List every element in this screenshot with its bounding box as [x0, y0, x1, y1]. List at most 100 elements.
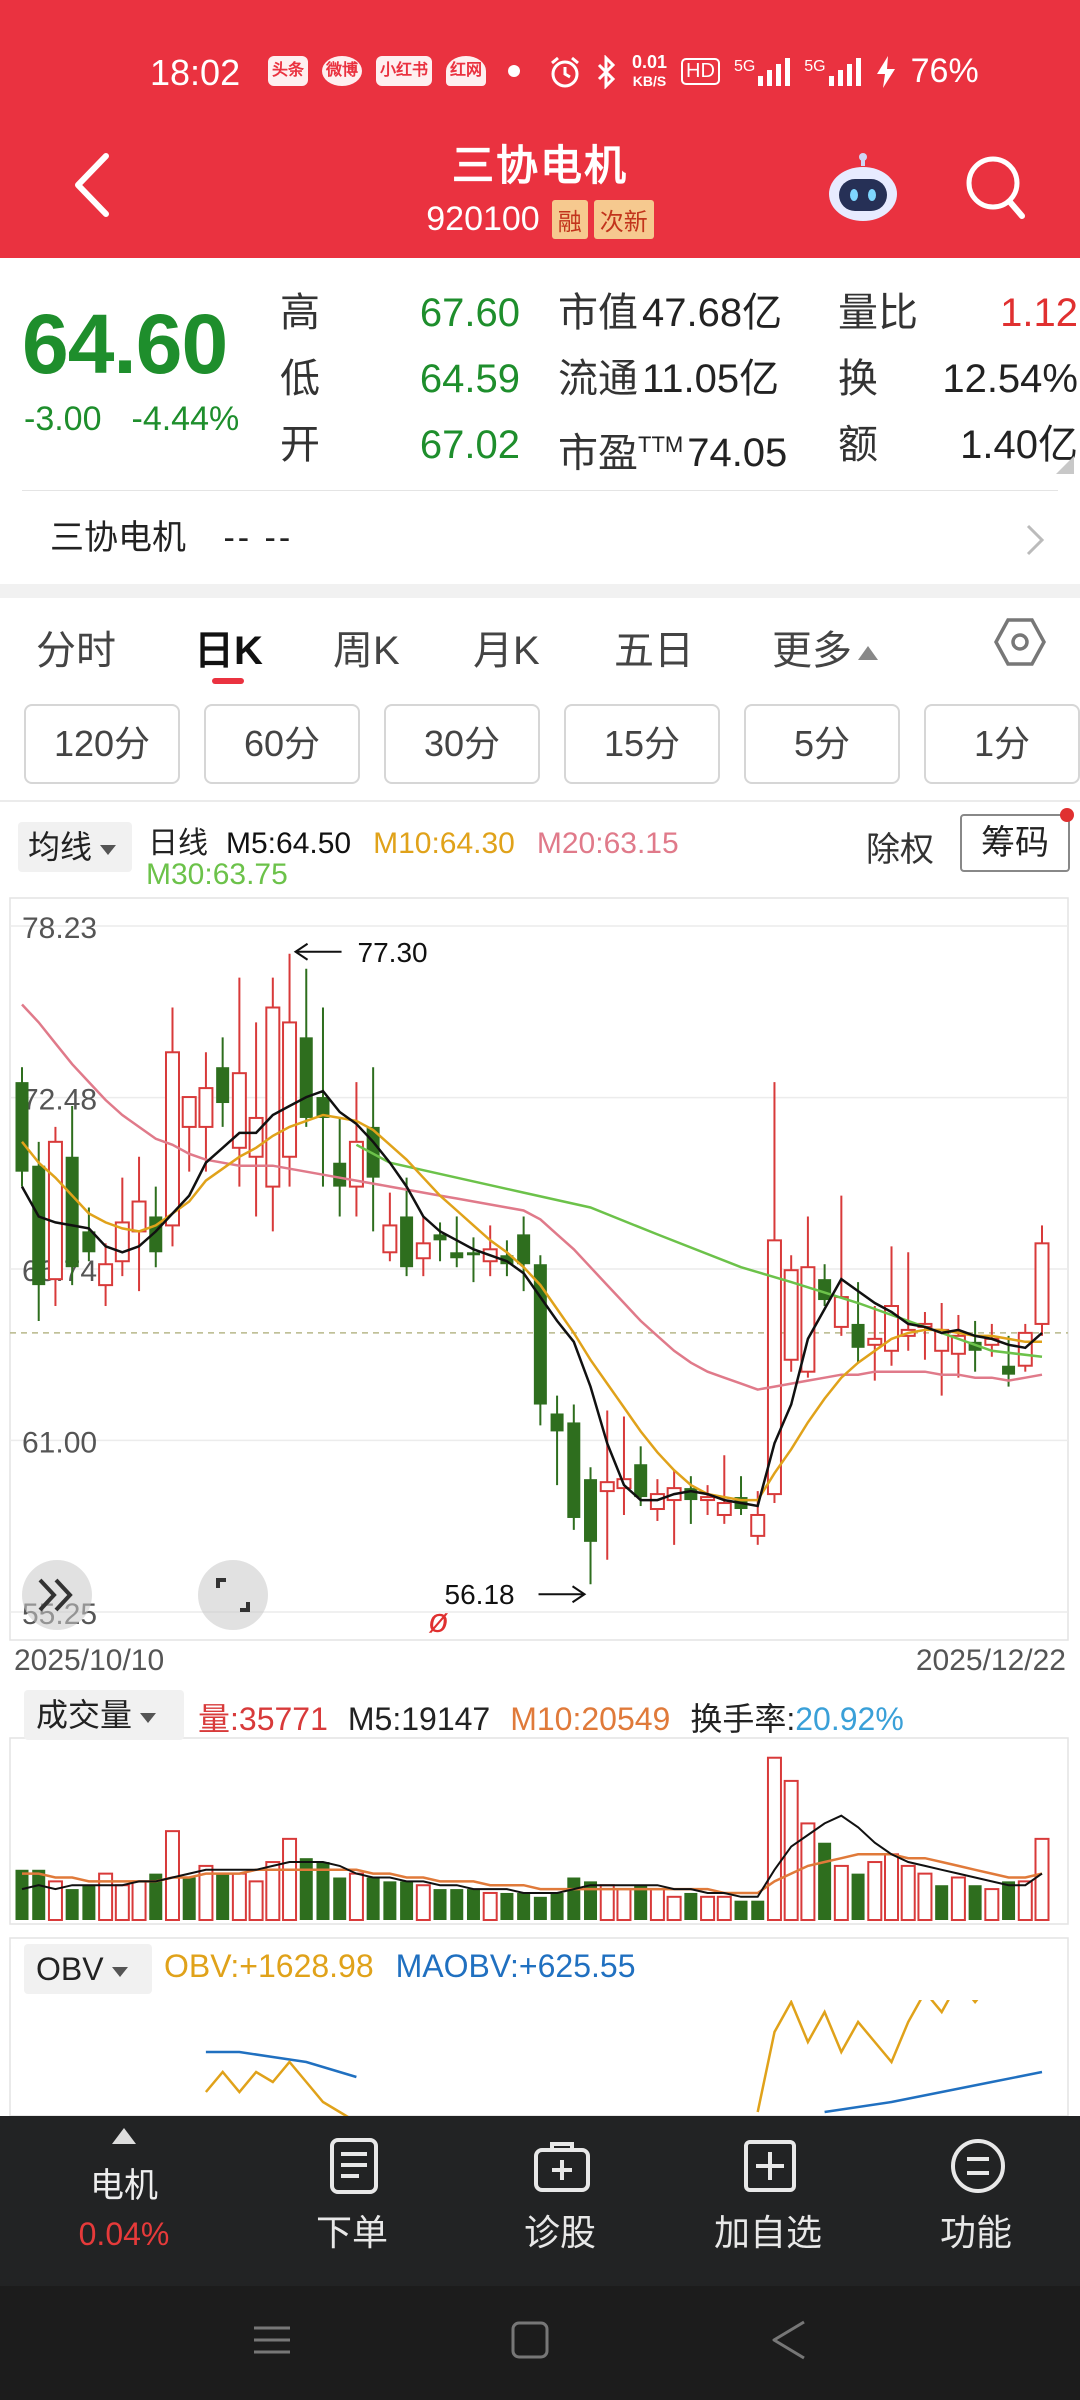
- period-5min-button[interactable]: 5分: [744, 704, 900, 784]
- candle: [333, 1117, 347, 1217]
- price-tick-label: 72.48: [22, 1084, 97, 1117]
- candle: [98, 1243, 114, 1307]
- volume-bar-down: [533, 1896, 547, 1920]
- volume-bar-down: [216, 1873, 230, 1920]
- m30-legend: M30:63.75: [146, 858, 288, 891]
- candle-body-down: [32, 1165, 46, 1286]
- period-120min-button[interactable]: 120分: [24, 704, 180, 784]
- period-1min-button[interactable]: 1分: [924, 704, 1080, 784]
- expand-corner-icon[interactable]: [1056, 456, 1074, 474]
- tab-five-day[interactable]: 五日: [614, 618, 694, 676]
- candle-body-up: [700, 1496, 716, 1502]
- plus-square-icon: [744, 2140, 796, 2192]
- volume-bar-down: [734, 1900, 748, 1920]
- tab-weekly-k[interactable]: 周K: [333, 618, 400, 676]
- period-60min-button[interactable]: 60分: [204, 704, 360, 784]
- menu-icon[interactable]: [252, 2320, 292, 2360]
- sector-quick-change: 0.04%: [78, 2216, 170, 2252]
- volume-bar-down: [935, 1885, 949, 1920]
- volume-bar-down: [383, 1881, 397, 1920]
- sector-quick-button[interactable]: 电机 0.04%: [34, 2116, 214, 2286]
- ex-rights-button[interactable]: 除权: [866, 822, 934, 871]
- add-watchlist-button[interactable]: 加自选: [678, 2116, 858, 2286]
- tab-intraday[interactable]: 分时: [36, 618, 116, 676]
- m10-legend: M10:64.30: [373, 827, 515, 860]
- chart-end-date: 2025/12/22: [915, 1644, 1066, 1677]
- candle: [666, 1470, 682, 1545]
- expand-indicators-button[interactable]: [22, 1560, 92, 1630]
- quote-panel: 64.60 -3.00 -4.44% 高 67.60 低 64.59 开 67.02 …: [0, 258, 1080, 488]
- volume-bars: [15, 1756, 1050, 1922]
- tab-more[interactable]: 更多: [772, 618, 878, 676]
- candle-body-up: [867, 1337, 883, 1346]
- volume-bar-up: [114, 1884, 130, 1922]
- candle-body-up: [833, 1296, 849, 1328]
- volume-bar-up: [348, 1872, 364, 1921]
- candle: [348, 1082, 364, 1217]
- volume-indicator-button[interactable]: 成交量: [24, 1690, 184, 1740]
- price-tick-label: 61.00: [22, 1426, 97, 1459]
- place-order-button[interactable]: 下单: [262, 2116, 442, 2286]
- chip-distribution-button[interactable]: 筹码: [960, 814, 1070, 872]
- volume-bar-down: [182, 1877, 196, 1920]
- search-button[interactable]: [962, 152, 1028, 222]
- pe-ttm-label: TTM: [638, 432, 684, 457]
- obv-indicator-button[interactable]: OBV: [24, 1944, 152, 1994]
- candle-body-down: [1002, 1365, 1016, 1375]
- volume-ratio-label: 量比: [838, 291, 918, 335]
- volume-bar-down: [751, 1900, 765, 1920]
- fullscreen-button[interactable]: [198, 1560, 268, 1630]
- candle: [900, 1252, 916, 1351]
- chart-settings-button[interactable]: [994, 616, 1046, 668]
- back-triangle-icon[interactable]: [768, 2318, 808, 2362]
- period-15min-button[interactable]: 15分: [564, 704, 720, 784]
- candle-body-down: [466, 1252, 480, 1256]
- trading-column: 量比 1.12 换 12.54% 额 1.40亿: [838, 280, 1080, 478]
- diagnose-stock-button[interactable]: 诊股: [470, 2116, 650, 2286]
- kline-chart[interactable]: 78.2372.4866.7461.0055.2577.3056.18ø: [0, 800, 1080, 2116]
- home-icon[interactable]: [510, 2320, 550, 2360]
- volume-indicator-label: 成交量: [36, 1697, 133, 1733]
- functions-button[interactable]: 功能: [886, 2116, 1066, 2286]
- candle: [500, 1240, 514, 1277]
- stock-name: 三协电机: [451, 142, 628, 189]
- candle: [867, 1306, 883, 1381]
- app-header: 18:02 头条 微博 小红书 红网 0.01 KB/S HD 5G 5G 76%…: [0, 0, 1080, 258]
- turnover-rate-label: 换手率:: [690, 1701, 796, 1737]
- section-divider: [0, 584, 1080, 598]
- volume-bar-up: [884, 1853, 900, 1922]
- maobv-value: MAOBV:+625.55: [395, 1948, 636, 1984]
- ai-assistant-button[interactable]: [826, 152, 900, 226]
- menu-circle-icon: [951, 2139, 1005, 2193]
- new-badge-dot: [1060, 808, 1074, 822]
- related-sector-row[interactable]: 三协电机 -- --: [22, 490, 1058, 584]
- volume-bar-up: [716, 1895, 732, 1922]
- volume-bar-down: [550, 1892, 564, 1920]
- volume-bar-down: [500, 1892, 514, 1920]
- volume-bar-down: [333, 1877, 347, 1920]
- app-notification-icon: 红网: [446, 56, 487, 86]
- double-chevron-right-icon: [38, 1578, 73, 1612]
- volume-bar-up: [248, 1880, 264, 1922]
- period-30min-button[interactable]: 30分: [384, 704, 540, 784]
- tab-daily-k[interactable]: 日K: [194, 618, 263, 676]
- dividend-marker-icon: ø: [428, 1602, 449, 1640]
- volume-bar-down: [1002, 1881, 1016, 1920]
- candle: [567, 1404, 581, 1530]
- system-status-icons: 0.01 KB/S HD 5G 5G 76%: [548, 52, 979, 91]
- volume-bar-down: [851, 1873, 865, 1920]
- minute-period-row: 120分 60分 30分 15分 5分 1分: [0, 704, 1080, 788]
- stock-code: 920100: [426, 200, 540, 238]
- sim2-label: 5G: [804, 57, 826, 75]
- charging-icon: [876, 55, 895, 88]
- place-order-label: 下单: [315, 2212, 388, 2253]
- turnover-value: 12.54%: [942, 357, 1078, 401]
- system-navigation-bar: [0, 2286, 1080, 2400]
- xiaohongshu-icon: 小红书: [376, 56, 433, 86]
- net-speed: 0.01 KB/S: [632, 53, 667, 90]
- tab-monthly-k[interactable]: 月K: [473, 618, 540, 676]
- candle-body-down: [851, 1323, 865, 1348]
- candle-body-up: [47, 1140, 63, 1281]
- ma-selector-button[interactable]: 均线: [18, 822, 132, 872]
- candle-body-down: [400, 1216, 414, 1268]
